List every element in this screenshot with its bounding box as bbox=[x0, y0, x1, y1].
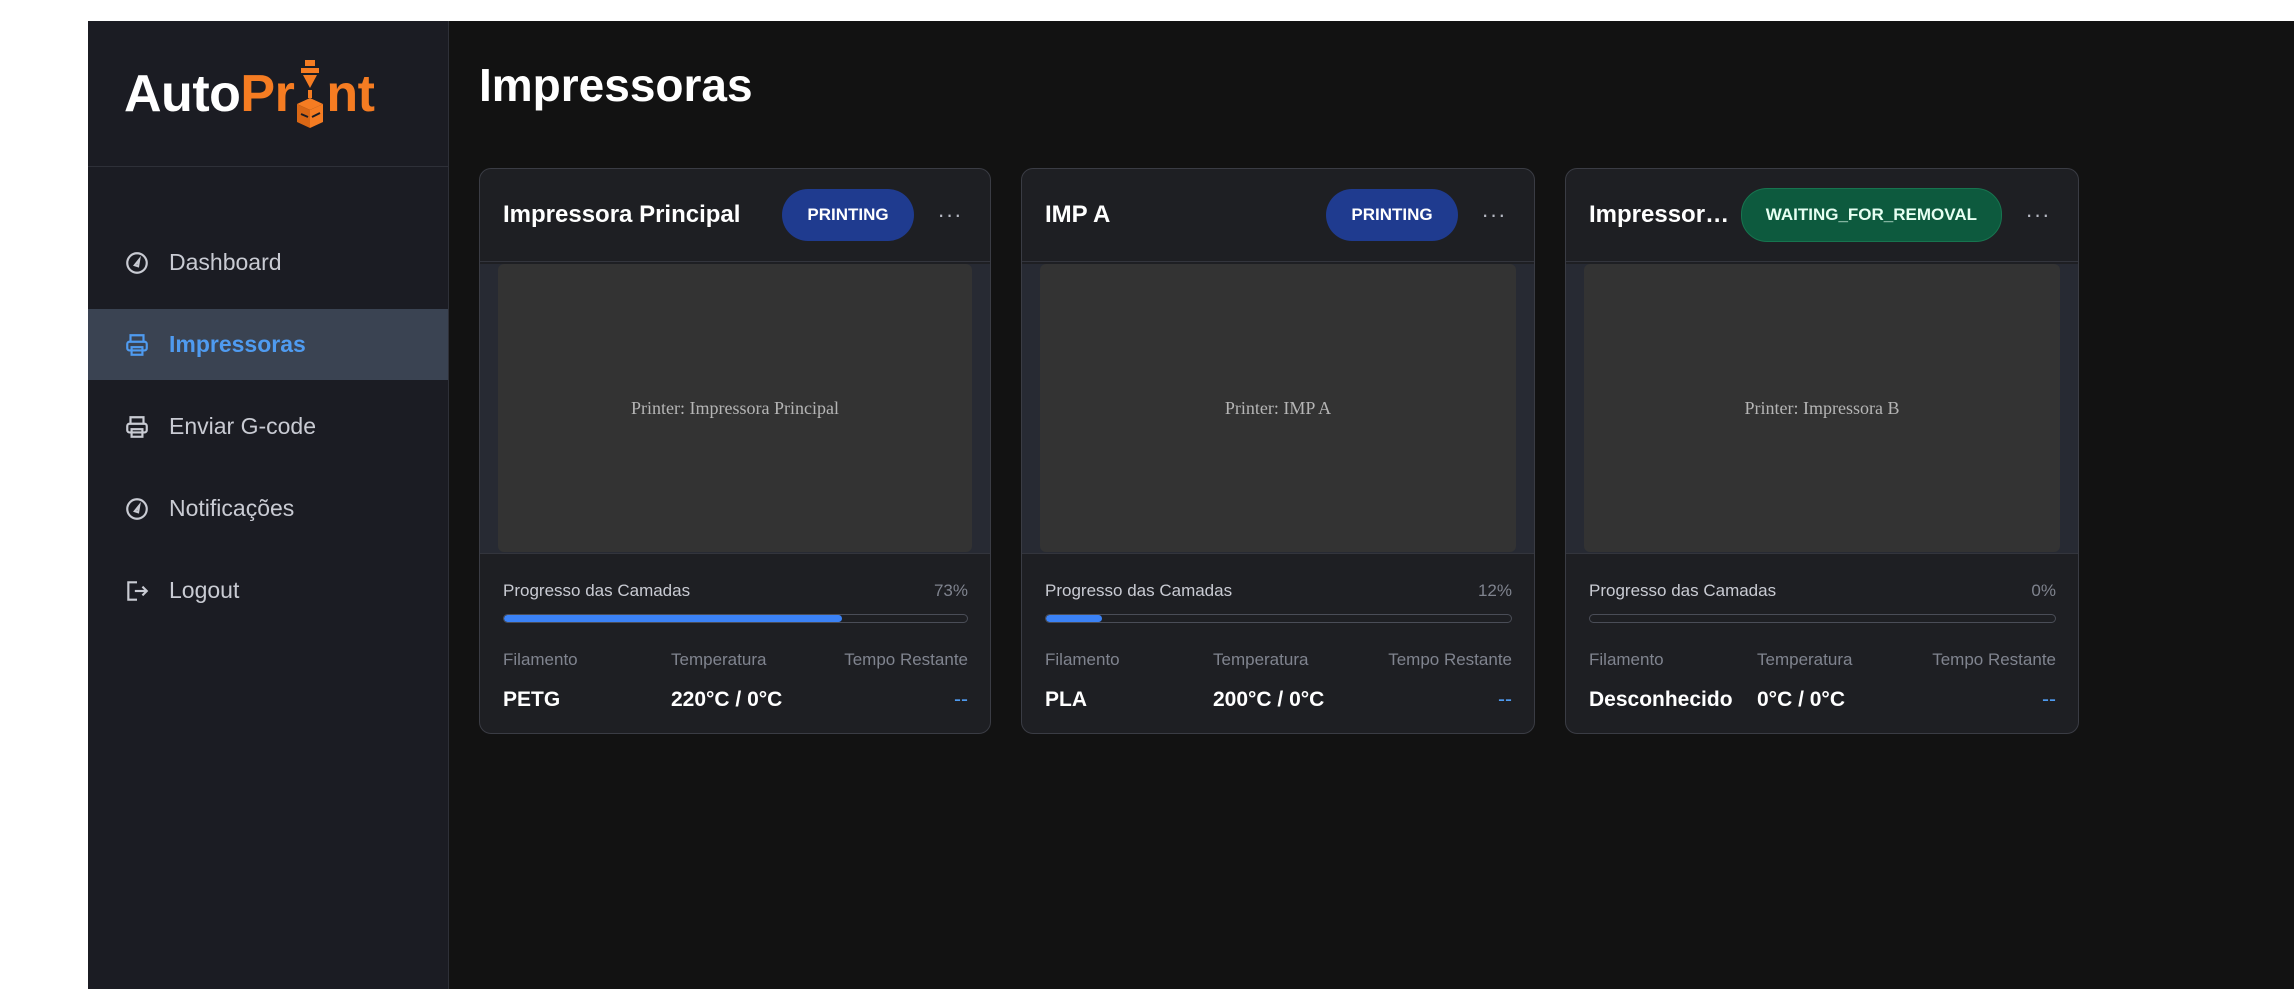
card-body: Progresso das Camadas 0% Filamento Tempe… bbox=[1566, 553, 2078, 733]
card-header: Impressora Principal PRINTING ··· bbox=[480, 169, 990, 262]
filament-label: Filamento bbox=[1589, 650, 1664, 669]
page-title: Impressoras bbox=[479, 59, 753, 111]
status-badge: WAITING_FOR_REMOVAL bbox=[1740, 188, 2002, 242]
status-badge: PRINTING bbox=[1326, 189, 1458, 241]
progress-value: 73% bbox=[933, 581, 968, 600]
printer-icon bbox=[124, 414, 150, 440]
sidebar-item-notificacoes[interactable]: Notificações bbox=[88, 473, 448, 544]
printer-stats: Filamento Temperatura Tempo Restante Des… bbox=[1589, 650, 2056, 712]
printer-name: Impressora Principal bbox=[503, 201, 741, 228]
temperature-label: Temperatura bbox=[1757, 650, 1853, 669]
printer-card[interactable]: IMP A PRINTING ··· Printer: IMP A Progre… bbox=[1021, 168, 1535, 734]
remaining-label: Tempo Restante bbox=[844, 650, 968, 669]
printer-preview: Printer: IMP A bbox=[1040, 264, 1516, 552]
printer-stats: Filamento Temperatura Tempo Restante PLA… bbox=[1045, 650, 1512, 712]
status-badge: PRINTING bbox=[782, 189, 914, 241]
temperature-label: Temperatura bbox=[1213, 650, 1309, 669]
filament-label: Filamento bbox=[1045, 650, 1120, 669]
more-options-button[interactable]: ··· bbox=[2020, 202, 2056, 228]
sidebar-item-label: Enviar G-code bbox=[169, 413, 317, 439]
progress-bar bbox=[1589, 614, 2056, 623]
remaining-value: -- bbox=[2042, 688, 2056, 711]
progress-value: 0% bbox=[2031, 581, 2056, 600]
printer-preview: Printer: Impressora B bbox=[1584, 264, 2060, 552]
card-header: Impressora B WAITING_FOR_REMOVAL ··· bbox=[1566, 169, 2078, 262]
progress-label: Progresso das Camadas bbox=[1045, 581, 1233, 600]
sidebar-item-dashboard[interactable]: Dashboard bbox=[88, 227, 448, 298]
logo-text-print-end: nt bbox=[326, 64, 375, 123]
logo-text-print: Pr nt bbox=[240, 58, 375, 130]
printer-stats: Filamento Temperatura Tempo Restante PET… bbox=[503, 650, 968, 712]
main-content: Impressoras Impressora Principal PRINTIN… bbox=[449, 21, 2294, 989]
sidebar-nav: Dashboard Impressoras Enviar G-code Noti… bbox=[88, 227, 448, 626]
more-options-button[interactable]: ··· bbox=[932, 202, 968, 228]
logo-text-auto: Auto bbox=[124, 64, 241, 123]
progress-bar bbox=[1045, 614, 1512, 623]
progress-row: Progresso das Camadas 12% bbox=[1045, 581, 1512, 601]
progress-row: Progresso das Camadas 0% bbox=[1589, 581, 2056, 601]
remaining-value: -- bbox=[954, 688, 968, 711]
printer-icon bbox=[124, 332, 150, 358]
progress-label: Progresso das Camadas bbox=[1589, 581, 1777, 600]
progress-row: Progresso das Camadas 73% bbox=[503, 581, 968, 601]
gauge-icon bbox=[124, 250, 150, 276]
temperature-value: 220°C / 0°C bbox=[671, 688, 783, 711]
printer-card[interactable]: Impressora Principal PRINTING ··· Printe… bbox=[479, 168, 991, 734]
printer-card-list: Impressora Principal PRINTING ··· Printe… bbox=[479, 168, 2079, 734]
sidebar-item-impressoras[interactable]: Impressoras bbox=[88, 309, 448, 380]
autoprint-logo[interactable]: Auto Pr nt bbox=[88, 21, 448, 167]
sidebar-item-label: Notificações bbox=[169, 495, 295, 521]
filament-value: PETG bbox=[503, 688, 561, 711]
sidebar-item-label: Dashboard bbox=[169, 249, 282, 275]
gauge-icon bbox=[124, 496, 150, 522]
printer-name: IMP A bbox=[1045, 201, 1111, 228]
logout-icon bbox=[124, 578, 150, 604]
logo-text-print-start: Pr bbox=[240, 64, 295, 123]
sidebar: Auto Pr nt Dashboard Impressoras Enviar G-… bbox=[88, 21, 449, 989]
card-header: IMP A PRINTING ··· bbox=[1022, 169, 1534, 262]
temperature-value: 200°C / 0°C bbox=[1213, 688, 1325, 711]
progress-label: Progresso das Camadas bbox=[503, 581, 691, 600]
print-nozzle-icon bbox=[297, 59, 324, 128]
progress-bar bbox=[503, 614, 968, 623]
printer-preview: Printer: Impressora Principal bbox=[498, 264, 972, 552]
remaining-label: Tempo Restante bbox=[1932, 650, 2056, 669]
remaining-value: -- bbox=[1498, 688, 1512, 711]
sidebar-item-label: Logout bbox=[169, 577, 240, 603]
temperature-label: Temperatura bbox=[671, 650, 767, 669]
progress-value: 12% bbox=[1477, 581, 1512, 600]
progress-bar-fill bbox=[504, 615, 842, 622]
filament-label: Filamento bbox=[503, 650, 578, 669]
sidebar-item-label: Impressoras bbox=[169, 331, 306, 357]
temperature-value: 0°C / 0°C bbox=[1757, 688, 1845, 711]
app-shell: Auto Pr nt Dashboard Impressoras Enviar G-… bbox=[88, 21, 2294, 989]
card-body: Progresso das Camadas 12% Filamento Temp… bbox=[1022, 553, 1534, 733]
filament-value: Desconhecido bbox=[1589, 688, 1733, 711]
filament-value: PLA bbox=[1045, 688, 1087, 711]
progress-bar-fill bbox=[1046, 615, 1102, 622]
remaining-label: Tempo Restante bbox=[1388, 650, 1512, 669]
more-options-button[interactable]: ··· bbox=[1476, 202, 1512, 228]
card-body: Progresso das Camadas 73% Filamento Temp… bbox=[480, 553, 990, 733]
printer-card[interactable]: Impressora B WAITING_FOR_REMOVAL ··· Pri… bbox=[1565, 168, 2079, 734]
printer-name: Impressora B bbox=[1589, 201, 1733, 228]
sidebar-item-logout[interactable]: Logout bbox=[88, 555, 448, 626]
sidebar-item-enviar-gcode[interactable]: Enviar G-code bbox=[88, 391, 448, 462]
